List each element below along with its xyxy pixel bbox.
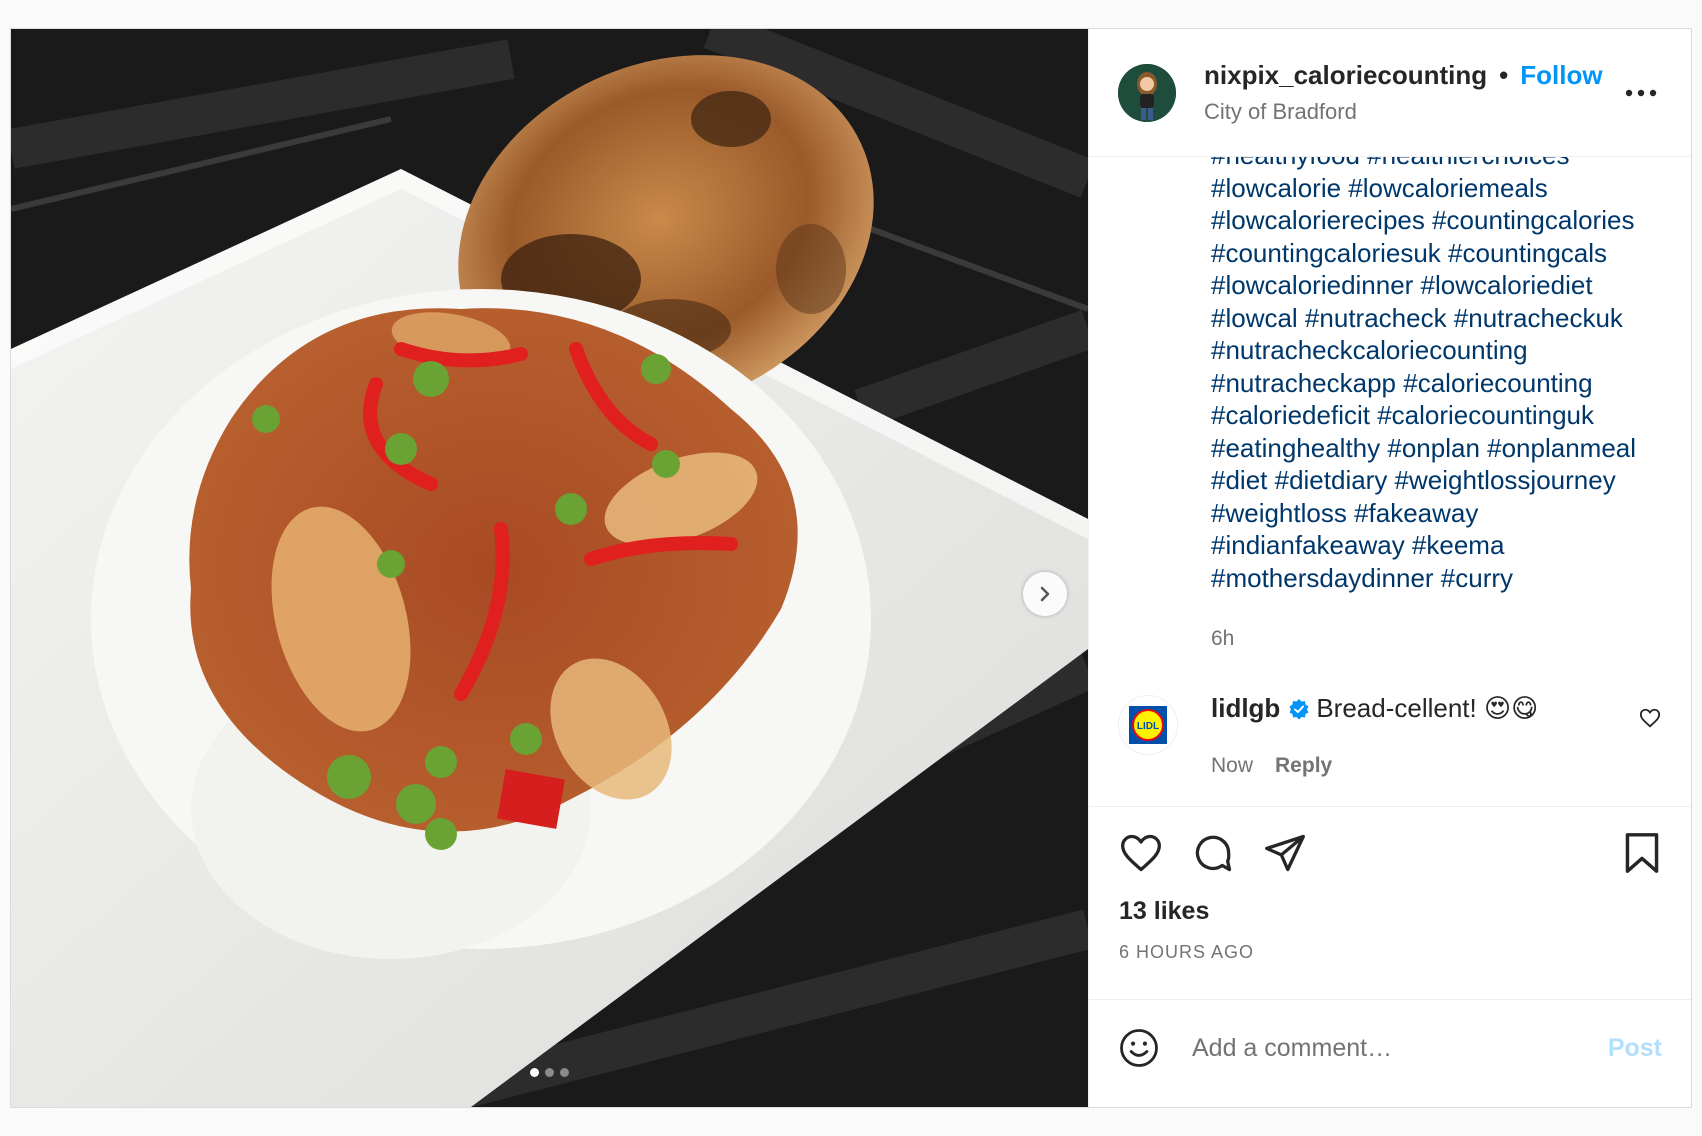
caption-hashtags[interactable]: #nutracheckapp #caloriecounting xyxy=(1211,367,1681,400)
add-comment-bar: Post xyxy=(1089,999,1691,1096)
emoji-smile-icon xyxy=(1120,1029,1158,1067)
caption-hashtags[interactable]: #diet #dietdiary #weightlossjourney xyxy=(1211,464,1681,497)
caption-hashtags[interactable]: #countingcaloriesuk #countingcals xyxy=(1211,237,1681,270)
like-button[interactable] xyxy=(1116,828,1166,878)
post-actions-bar xyxy=(1089,813,1691,893)
post-media[interactable] xyxy=(11,29,1088,1107)
caption-hashtags[interactable]: #weightloss #fakeaway xyxy=(1211,497,1681,530)
post-author-username[interactable]: nixpix_caloriecounting xyxy=(1204,60,1487,91)
comment-username[interactable]: lidlgb xyxy=(1211,693,1280,724)
share-button[interactable] xyxy=(1260,828,1310,878)
carousel-dot xyxy=(545,1068,554,1077)
avatar-image xyxy=(1118,63,1176,122)
heart-icon xyxy=(1121,834,1161,872)
caption-hashtags[interactable]: #lowcalorierecipes #countingcalories xyxy=(1211,204,1681,237)
comment-item: LIDL lidlgb Bread-cellent! 😍😋 Now Reply xyxy=(1118,685,1661,805)
post-location[interactable]: City of Bradford xyxy=(1204,99,1621,125)
avatar[interactable] xyxy=(1118,63,1176,122)
post-timestamp: 6 HOURS AGO xyxy=(1119,942,1255,962)
comment-button[interactable] xyxy=(1188,828,1238,878)
post-comment-button[interactable]: Post xyxy=(1608,1034,1662,1063)
next-slide-button[interactable] xyxy=(1023,572,1067,616)
paper-plane-icon xyxy=(1265,834,1305,872)
comment-timestamp: Now xyxy=(1211,754,1254,777)
comment-text: Bread-cellent! 😍😋 xyxy=(1316,693,1539,723)
caption-hashtags[interactable]: #healthyfood #healthierchoices xyxy=(1211,157,1681,172)
food-photo xyxy=(11,29,1088,1107)
comment-avatar[interactable]: LIDL xyxy=(1118,695,1178,755)
caption-hashtags[interactable]: #lowcalorie #lowcaloriemeals xyxy=(1211,172,1681,205)
post-caption: #healthyfood #healthierchoices #lowcalor… xyxy=(1211,157,1681,594)
carousel-dot xyxy=(530,1068,539,1077)
post-dialog: nixpix_caloriecounting • Follow City of … xyxy=(10,28,1692,1108)
likes-count[interactable]: 13 likes xyxy=(1089,897,1691,926)
follow-button[interactable]: Follow xyxy=(1520,60,1602,91)
comment-bubble-icon xyxy=(1195,835,1232,872)
caption-hashtags[interactable]: #nutracheckcaloriecounting xyxy=(1211,334,1681,367)
heart-icon xyxy=(1639,708,1661,728)
header-separator: • xyxy=(1499,60,1509,90)
caption-hashtags[interactable]: #indianfakeaway #keema xyxy=(1211,529,1681,562)
post-header: nixpix_caloriecounting • Follow City of … xyxy=(1089,29,1691,157)
reply-button[interactable]: Reply xyxy=(1275,754,1332,778)
lidl-logo-text: LIDL xyxy=(1137,721,1159,732)
carousel-dot xyxy=(560,1068,569,1077)
chevron-right-icon xyxy=(1040,586,1050,602)
comments-scroll-area[interactable]: #healthyfood #healthierchoices #lowcalor… xyxy=(1089,157,1691,807)
comment-input[interactable] xyxy=(1190,1032,1608,1064)
caption-hashtags[interactable]: #mothersdaydinner #curry xyxy=(1211,562,1681,595)
caption-hashtags[interactable]: #caloriedeficit #caloriecountinguk xyxy=(1211,399,1681,432)
caption-timestamp: 6h xyxy=(1211,627,1235,650)
bookmark-icon xyxy=(1625,833,1659,873)
caption-hashtags[interactable]: #eatinghealthy #onplan #onplanmeal xyxy=(1211,432,1681,465)
save-button[interactable] xyxy=(1617,828,1667,878)
more-horizontal-icon xyxy=(1625,89,1657,96)
like-comment-button[interactable] xyxy=(1639,707,1661,734)
emoji-picker-button[interactable] xyxy=(1118,1026,1162,1070)
lidl-logo: LIDL xyxy=(1129,706,1167,744)
verified-badge-icon xyxy=(1288,698,1310,720)
carousel-indicator xyxy=(11,1068,1088,1077)
post-side-panel: nixpix_caloriecounting • Follow City of … xyxy=(1088,29,1691,1107)
more-options-button[interactable] xyxy=(1621,73,1661,113)
caption-hashtags[interactable]: #lowcal #nutracheck #nutracheckuk xyxy=(1211,302,1681,335)
caption-hashtags[interactable]: #lowcaloriedinner #lowcaloriediet xyxy=(1211,269,1681,302)
